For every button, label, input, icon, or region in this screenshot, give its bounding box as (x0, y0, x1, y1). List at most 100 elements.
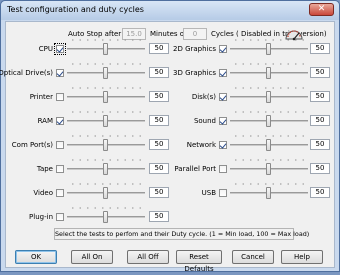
duty-slider-cpu[interactable] (67, 39, 145, 58)
slider-thumb[interactable] (103, 67, 108, 79)
slider-thumb[interactable] (266, 139, 271, 151)
duty-slider-video[interactable] (67, 183, 145, 202)
window-title: Test configuration and duty cycles (7, 5, 144, 14)
slider-ticks (69, 159, 143, 161)
slider-ticks (232, 63, 306, 65)
checkbox-disk-s[interactable] (219, 93, 227, 101)
checkbox-3d-graphics[interactable] (219, 69, 227, 77)
duty-slider-printer[interactable] (67, 87, 145, 106)
slider-thumb[interactable] (103, 43, 108, 55)
slider-ticks (69, 135, 143, 137)
duty-slider-optical-drive-s[interactable] (67, 63, 145, 82)
checkbox-plug-in[interactable] (56, 213, 64, 221)
duty-value-printer[interactable]: 50 (149, 91, 169, 102)
right-label-disk-s: Disk(s) (191, 93, 216, 101)
all-on-button[interactable]: All On (71, 250, 113, 264)
checkbox-optical-drive-s[interactable] (56, 69, 64, 77)
checkbox-sound[interactable] (219, 117, 227, 125)
duty-slider-parallel-port[interactable] (230, 159, 308, 178)
slider-thumb[interactable] (266, 67, 271, 79)
duty-value-parallel-port[interactable]: 50 (310, 163, 330, 174)
duty-value-cpu[interactable]: 50 (149, 43, 169, 54)
slider-thumb[interactable] (103, 187, 108, 199)
duty-slider-network[interactable] (230, 135, 308, 154)
duty-slider-tape[interactable] (67, 159, 145, 178)
instructions-text: Select the tests to perfom and their Dut… (54, 228, 310, 240)
autostop-label: Auto Stop after (68, 30, 122, 38)
duty-value-tape[interactable]: 50 (149, 163, 169, 174)
slider-ticks (69, 39, 143, 41)
duty-value-usb[interactable]: 50 (310, 187, 330, 198)
slider-ticks (232, 183, 306, 185)
cancel-button[interactable]: Cancel (232, 250, 274, 264)
slider-ticks (69, 207, 143, 209)
slider-ticks (69, 111, 143, 113)
help-button[interactable]: Help (281, 250, 323, 264)
duty-slider-plug-in[interactable] (67, 207, 145, 226)
close-button[interactable]: ✕ (309, 3, 334, 16)
slider-ticks (232, 135, 306, 137)
checkbox-usb[interactable] (219, 189, 227, 197)
duty-slider-disk-s[interactable] (230, 87, 308, 106)
slider-thumb[interactable] (266, 91, 271, 103)
duty-slider-usb[interactable] (230, 183, 308, 202)
right-label-3d-graphics: 3D Graphics (173, 69, 216, 77)
duty-value-network[interactable]: 50 (310, 139, 330, 150)
duty-value-optical-drive-s[interactable]: 50 (149, 67, 169, 78)
right-label-usb: USB (201, 189, 216, 197)
slider-thumb[interactable] (266, 43, 271, 55)
left-label-optical-drive-s: Optical Drive(s) (0, 69, 53, 77)
left-label-com-port-s: Com Port(s) (11, 141, 53, 149)
duty-value-video[interactable]: 50 (149, 187, 169, 198)
left-label-tape: Tape (36, 165, 53, 173)
duty-value-com-port-s[interactable]: 50 (149, 139, 169, 150)
cycles-label: Cycles ( Disabled in trial version) (211, 30, 327, 38)
slider-ticks (69, 87, 143, 89)
duty-slider-3d-graphics[interactable] (230, 63, 308, 82)
slider-thumb[interactable] (266, 163, 271, 175)
slider-thumb[interactable] (103, 163, 108, 175)
close-icon: ✕ (317, 4, 326, 14)
slider-thumb[interactable] (103, 115, 108, 127)
slider-ticks (69, 63, 143, 65)
checkbox-tape[interactable] (56, 165, 64, 173)
slider-ticks (232, 87, 306, 89)
dialog-window: Test configuration and duty cycles ✕ Aut… (0, 0, 340, 273)
slider-thumb[interactable] (103, 139, 108, 151)
duty-value-plug-in[interactable]: 50 (149, 211, 169, 222)
slider-thumb[interactable] (266, 187, 271, 199)
left-label-video: Video (33, 189, 53, 197)
right-label-2d-graphics: 2D Graphics (173, 45, 216, 53)
minutes-label: Minutes or (150, 30, 187, 38)
duty-value-ram[interactable]: 50 (149, 115, 169, 126)
checkbox-parallel-port[interactable] (219, 165, 227, 173)
duty-value-disk-s[interactable]: 50 (310, 91, 330, 102)
duty-value-2d-graphics[interactable]: 50 (310, 43, 330, 54)
checkbox-cpu[interactable] (54, 43, 66, 55)
all-off-button[interactable]: All Off (127, 250, 169, 264)
duty-slider-2d-graphics[interactable] (230, 39, 308, 58)
slider-thumb[interactable] (266, 115, 271, 127)
duty-value-3d-graphics[interactable]: 50 (310, 67, 330, 78)
slider-thumb[interactable] (103, 211, 108, 223)
duty-slider-ram[interactable] (67, 111, 145, 130)
checkbox-network[interactable] (219, 141, 227, 149)
ok-button[interactable]: OK (15, 250, 57, 264)
checkbox-ram[interactable] (56, 117, 64, 125)
checkbox-video[interactable] (56, 189, 64, 197)
cycles-input[interactable]: 0 (183, 28, 207, 40)
title-bar[interactable]: Test configuration and duty cycles ✕ (1, 1, 339, 20)
slider-ticks (232, 111, 306, 113)
checkbox-2d-graphics[interactable] (219, 45, 227, 53)
duty-slider-sound[interactable] (230, 111, 308, 130)
slider-thumb[interactable] (103, 91, 108, 103)
checkbox-printer[interactable] (56, 93, 64, 101)
reset-defaults-button[interactable]: Reset Defaults (176, 250, 222, 273)
slider-ticks (232, 39, 306, 41)
dialog-body: Auto Stop after 15.0 Minutes or 0 Cycles… (0, 21, 335, 273)
left-label-cpu: CPU (38, 45, 53, 53)
slider-ticks (69, 183, 143, 185)
duty-slider-com-port-s[interactable] (67, 135, 145, 154)
checkbox-com-port-s[interactable] (56, 141, 64, 149)
duty-value-sound[interactable]: 50 (310, 115, 330, 126)
